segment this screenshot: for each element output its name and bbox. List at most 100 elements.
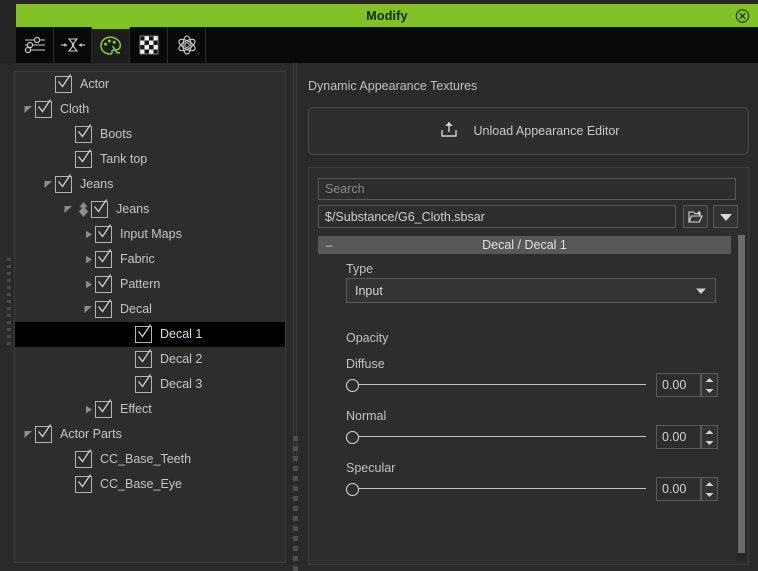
normal-slider[interactable]: [346, 428, 646, 446]
specular-label: Specular: [346, 461, 396, 475]
tree-item-label: Decal 1: [160, 327, 203, 342]
normal-value-input[interactable]: [656, 425, 701, 449]
tree-item-input-maps[interactable]: Input Maps: [15, 222, 285, 247]
tree-item-decal-2[interactable]: Decal 2: [15, 347, 285, 372]
panel-splitter[interactable]: [292, 63, 302, 571]
twisty-expanded-icon[interactable]: [61, 197, 75, 222]
diffuse-slider-knob[interactable]: [346, 379, 359, 392]
checkbox[interactable]: [75, 124, 92, 143]
tree-item-label: Jeans: [80, 177, 114, 192]
checkbox[interactable]: [95, 249, 112, 268]
tree-item-fabric[interactable]: Fabric: [15, 247, 285, 272]
tree-item-actor-parts[interactable]: Actor Parts: [15, 422, 285, 447]
normal-stepper-up[interactable]: [702, 426, 717, 437]
checkbox[interactable]: [95, 224, 112, 243]
unload-appearance-editor-button[interactable]: Unload Appearance Editor: [308, 107, 749, 155]
tree-item-tank-top[interactable]: Tank top: [15, 147, 285, 172]
checkbox[interactable]: [135, 324, 152, 343]
tree-item-label: Fabric: [120, 252, 155, 267]
tree-item-jeans[interactable]: Jeans: [15, 172, 285, 197]
twisty-collapsed-icon[interactable]: [81, 247, 95, 272]
normal-label: Normal: [346, 409, 387, 423]
tree-item-cloth[interactable]: Cloth: [15, 97, 285, 122]
checkbox[interactable]: [135, 374, 152, 393]
properties-scrollbar-thumb[interactable]: [738, 235, 745, 553]
twisty-collapsed-icon[interactable]: [81, 397, 95, 422]
tree-item-label: Decal 2: [160, 352, 203, 367]
normal-stepper-down[interactable]: [702, 437, 717, 448]
tree-item-label: Jeans: [116, 202, 150, 217]
twisty-collapsed-icon[interactable]: [81, 272, 95, 297]
diffuse-label: Diffuse: [346, 357, 385, 371]
tree-item-decal-1[interactable]: Decal 1: [15, 322, 285, 347]
tree-item-label: Boots: [100, 127, 132, 142]
diffuse-stepper-down[interactable]: [702, 385, 717, 396]
twisty-expanded-icon[interactable]: [21, 97, 35, 122]
scene-tree-panel[interactable]: Actor Cloth Boots Tank top Jeans Jeans Input M…: [14, 71, 286, 563]
diffuse-slider[interactable]: [346, 376, 646, 394]
checkbox[interactable]: [135, 349, 152, 368]
specular-slider-knob[interactable]: [346, 483, 359, 496]
type-select[interactable]: Input: [346, 278, 716, 303]
left-dock-grip[interactable]: [5, 63, 13, 571]
checkbox[interactable]: [91, 199, 108, 218]
checkbox[interactable]: [35, 424, 52, 443]
diffuse-stepper[interactable]: [701, 373, 718, 397]
palette-icon[interactable]: [92, 27, 130, 63]
search-input[interactable]: [318, 178, 736, 200]
tree-item-pattern[interactable]: Pattern: [15, 272, 285, 297]
decal-group-header[interactable]: – Decal / Decal 1: [318, 236, 731, 254]
sliders-icon[interactable]: [16, 27, 54, 63]
checkbox[interactable]: [55, 74, 72, 93]
tree-item-jeans[interactable]: Jeans: [15, 197, 285, 222]
triangle-down-icon[interactable]: [713, 205, 738, 228]
checkbox[interactable]: [95, 274, 112, 293]
normal-stepper[interactable]: [701, 425, 718, 449]
specular-stepper-down[interactable]: [702, 489, 717, 500]
specular-stepper-up[interactable]: [702, 478, 717, 489]
transform-icon[interactable]: [54, 27, 92, 63]
tree-item-actor[interactable]: Actor: [15, 72, 285, 97]
tree-item-decal[interactable]: Decal: [15, 297, 285, 322]
chevron-down-icon: [695, 287, 715, 295]
checkbox[interactable]: [55, 174, 72, 193]
normal-slider-knob[interactable]: [346, 431, 359, 444]
tree-item-label: Decal 3: [160, 377, 203, 392]
checkbox[interactable]: [95, 399, 112, 418]
tree-item-cc-base-teeth[interactable]: CC_Base_Teeth: [15, 447, 285, 472]
twisty-expanded-icon[interactable]: [41, 172, 55, 197]
atom-icon[interactable]: [168, 27, 206, 63]
specular-slider[interactable]: [346, 480, 646, 498]
main-body: Actor Cloth Boots Tank top Jeans Jeans Input M…: [0, 63, 758, 571]
tree-item-label: Pattern: [120, 277, 161, 292]
checkbox[interactable]: [75, 449, 92, 468]
group-title: Decal / Decal 1: [482, 238, 567, 252]
tree-item-cc-base-eye[interactable]: CC_Base_Eye: [15, 472, 285, 497]
checkbox[interactable]: [75, 149, 92, 168]
type-select-value: Input: [355, 283, 383, 298]
window-titlebar: Modify: [16, 4, 758, 27]
checkbox[interactable]: [35, 99, 52, 118]
properties-scrollbar[interactable]: [737, 235, 746, 561]
checkbox[interactable]: [95, 299, 112, 318]
checker-icon[interactable]: [130, 27, 168, 63]
diffuse-stepper-up[interactable]: [702, 374, 717, 385]
checkbox[interactable]: [75, 474, 92, 493]
diffuse-value-input[interactable]: [656, 373, 701, 397]
specular-value-input[interactable]: [656, 477, 701, 501]
twisty-placeholder: [61, 447, 75, 472]
folder-open-icon[interactable]: [683, 205, 708, 228]
twisty-expanded-icon[interactable]: [21, 422, 35, 447]
unload-button-label: Unload Appearance Editor: [473, 124, 620, 138]
tree-item-boots[interactable]: Boots: [15, 122, 285, 147]
tree-item-label: Decal: [120, 302, 152, 317]
tree-item-decal-3[interactable]: Decal 3: [15, 372, 285, 397]
collapse-toggle[interactable]: –: [318, 238, 340, 252]
sbsar-path-input[interactable]: [318, 205, 676, 228]
close-circle-icon[interactable]: [735, 8, 750, 23]
specular-stepper[interactable]: [701, 477, 718, 501]
twisty-placeholder: [61, 147, 75, 172]
twisty-collapsed-icon[interactable]: [81, 222, 95, 247]
twisty-expanded-icon[interactable]: [81, 297, 95, 322]
tree-item-effect[interactable]: Effect: [15, 397, 285, 422]
